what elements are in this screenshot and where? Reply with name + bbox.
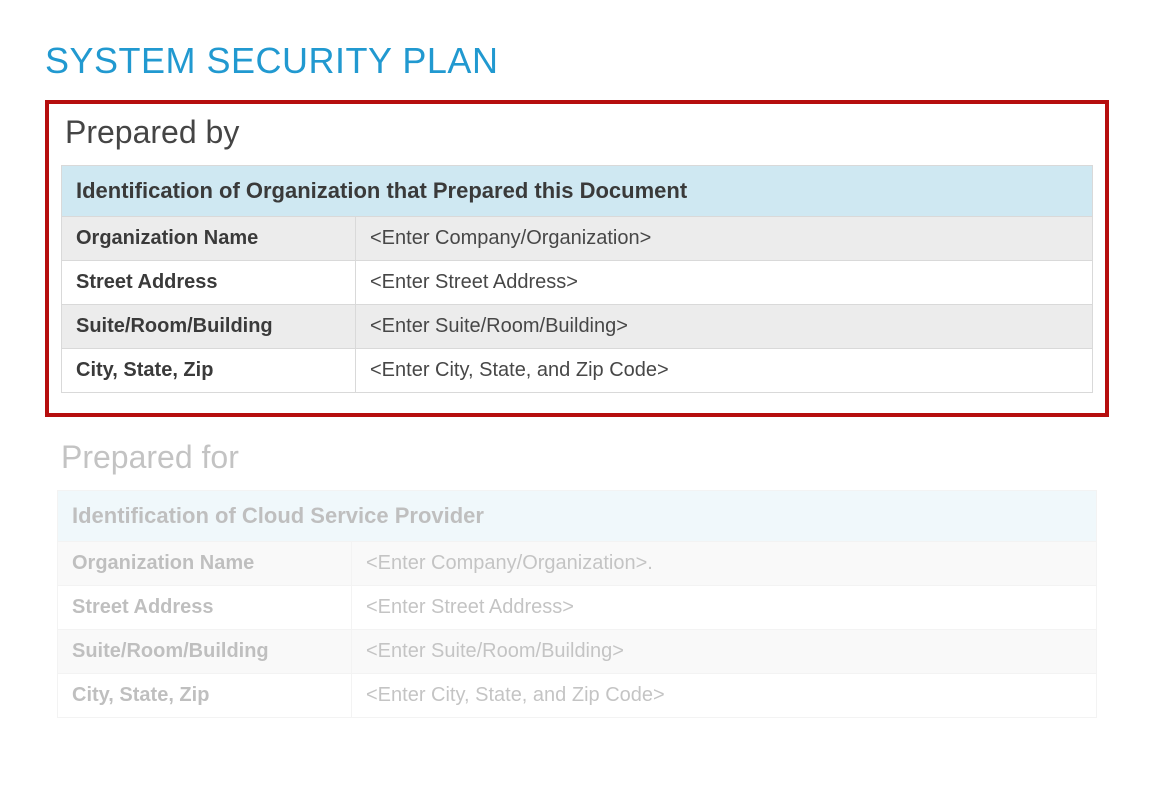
field-value[interactable]: <Enter Street Address>	[352, 586, 1097, 630]
field-value[interactable]: <Enter Street Address>	[356, 261, 1093, 305]
field-value[interactable]: <Enter City, State, and Zip Code>	[356, 349, 1093, 393]
field-value[interactable]: <Enter City, State, and Zip Code>	[352, 674, 1097, 718]
field-label: City, State, Zip	[58, 674, 352, 718]
field-label: Suite/Room/Building	[62, 305, 356, 349]
prepared-by-heading: Prepared by	[65, 114, 1093, 151]
field-label: Street Address	[62, 261, 356, 305]
table-row: Street Address <Enter Street Address>	[58, 586, 1097, 630]
prepared-by-table: Identification of Organization that Prep…	[61, 165, 1093, 393]
field-value[interactable]: <Enter Suite/Room/Building>	[352, 630, 1097, 674]
prepared-for-heading: Prepared for	[61, 439, 1097, 476]
field-value[interactable]: <Enter Suite/Room/Building>	[356, 305, 1093, 349]
table-row: Organization Name <Enter Company/Organiz…	[62, 217, 1093, 261]
field-value[interactable]: <Enter Company/Organization>.	[352, 542, 1097, 586]
prepared-for-table: Identification of Cloud Service Provider…	[57, 490, 1097, 718]
table-row: City, State, Zip <Enter City, State, and…	[58, 674, 1097, 718]
table-row: Suite/Room/Building <Enter Suite/Room/Bu…	[62, 305, 1093, 349]
field-label: City, State, Zip	[62, 349, 356, 393]
table-row: Street Address <Enter Street Address>	[62, 261, 1093, 305]
field-label: Suite/Room/Building	[58, 630, 352, 674]
document-page: SYSTEM SECURITY PLAN Prepared by Identif…	[0, 0, 1154, 812]
field-value[interactable]: <Enter Company/Organization>	[356, 217, 1093, 261]
table-row: City, State, Zip <Enter City, State, and…	[62, 349, 1093, 393]
table-row: Suite/Room/Building <Enter Suite/Room/Bu…	[58, 630, 1097, 674]
page-title: SYSTEM SECURITY PLAN	[45, 40, 1109, 82]
field-label: Organization Name	[58, 542, 352, 586]
table-row: Organization Name <Enter Company/Organiz…	[58, 542, 1097, 586]
field-label: Street Address	[58, 586, 352, 630]
field-label: Organization Name	[62, 217, 356, 261]
prepared-for-section: Prepared for Identification of Cloud Ser…	[45, 431, 1109, 718]
prepared-by-section: Prepared by Identification of Organizati…	[45, 100, 1109, 417]
prepared-by-table-header: Identification of Organization that Prep…	[62, 166, 1093, 217]
prepared-for-table-header: Identification of Cloud Service Provider	[58, 491, 1097, 542]
